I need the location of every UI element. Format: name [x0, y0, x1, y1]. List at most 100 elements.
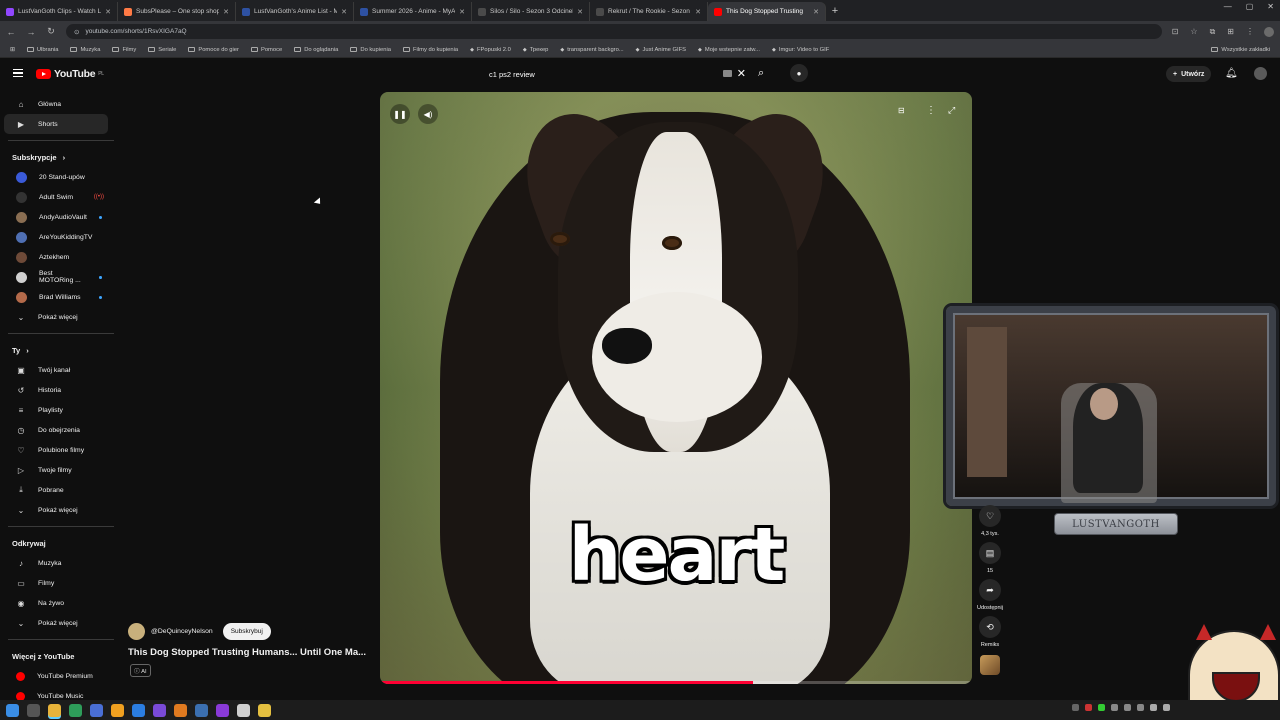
you-heading[interactable]: Ty › [0, 340, 116, 360]
tray-icon[interactable] [1124, 704, 1131, 711]
share-icon[interactable]: ➦ [979, 579, 1001, 601]
sidebar-item[interactable]: ▷ Twoje filmy [4, 460, 108, 480]
volume-tray-icon[interactable] [1150, 704, 1157, 711]
pause-icon[interactable]: ❚❚ [390, 104, 410, 124]
app-taskbar-icon[interactable] [90, 703, 103, 717]
sidebar-item[interactable]: ◉ Na żywo [4, 593, 108, 613]
like-icon[interactable]: ♡ [979, 505, 1001, 527]
app-taskbar-icon[interactable] [132, 703, 145, 717]
sidebar-item[interactable]: ♪ Muzyka [4, 553, 108, 573]
tab-close-icon[interactable]: ✕ [223, 8, 229, 16]
site-info-icon[interactable]: ⊙ [74, 28, 79, 36]
url-field[interactable]: ⊙ youtube.com/shorts/1RsvXIGA7aQ [66, 24, 1162, 39]
comment-action[interactable]: ▤ 15 [979, 542, 1001, 575]
bookmark-item[interactable]: ◆ transparent backgro... [560, 47, 623, 53]
browser-tab[interactable]: Summer 2026 - Anime - MyAni ✕ [354, 2, 472, 21]
tab-close-icon[interactable]: ✕ [577, 8, 583, 16]
window-close-icon[interactable]: ✕ [1267, 2, 1274, 11]
bookmark-item[interactable]: Do oglądania [294, 47, 338, 53]
share-action[interactable]: ➦ Udostępnij [977, 579, 1003, 612]
sidebar-item-subscription[interactable]: 20 Stand-upów [4, 167, 108, 187]
search-icon[interactable]: ⌕ [758, 67, 764, 80]
youtube-logo[interactable]: YouTube PL [36, 68, 104, 80]
sidebar-item[interactable]: ⌂ Główna [4, 94, 108, 114]
bookmark-item[interactable]: Seriale [148, 47, 176, 53]
app-taskbar-icon[interactable] [153, 703, 166, 717]
menu-icon[interactable] [13, 69, 23, 77]
steam-taskbar-icon[interactable] [195, 703, 208, 717]
video-title[interactable]: This Dog Stopped Trusting Humans... Unti… [128, 647, 366, 658]
bookmark-item[interactable]: ◆ Трекер [523, 47, 549, 53]
bookmark-item[interactable]: Pomoce [250, 47, 282, 53]
bookmark-star-icon[interactable]: ☆ [1190, 27, 1197, 37]
sidebar-item-subscription[interactable]: Aztekhem [4, 247, 108, 267]
show-more-button[interactable]: ⌄ Pokaż więcej [4, 613, 108, 633]
extension-icon[interactable]: ⧉ [1210, 27, 1216, 37]
browser-tab-active[interactable]: This Dog Stopped Trusting ✕ [708, 2, 826, 21]
show-more-button[interactable]: ⌄ Pokaż więcej [4, 307, 108, 327]
clear-search-icon[interactable]: ✕ [737, 67, 746, 80]
puzzle-icon[interactable]: ⊞ [1227, 27, 1234, 37]
tab-close-icon[interactable]: ✕ [341, 8, 347, 16]
apps-grid-icon[interactable]: ⊞ [10, 47, 15, 53]
tray-icon[interactable] [1111, 704, 1118, 711]
show-more-button[interactable]: ⌄ Pokaż więcej [4, 500, 108, 520]
forward-icon[interactable]: → [26, 27, 36, 37]
browser-tab[interactable]: SubsPlease – One stop shop fo ✕ [118, 2, 236, 21]
bookmark-item[interactable]: Do kupienia [350, 47, 391, 53]
tray-icon[interactable] [1137, 704, 1144, 711]
sidebar-item-subscription[interactable]: Best MOTORing ... [4, 267, 108, 287]
sidebar-item-subscription[interactable]: Brad Williams [4, 287, 108, 307]
file-explorer-icon[interactable] [258, 703, 271, 717]
network-tray-icon[interactable] [1163, 704, 1170, 711]
comment-icon[interactable]: ▤ [979, 542, 1001, 564]
tray-icon[interactable] [1098, 704, 1105, 711]
reload-icon[interactable]: ↻ [46, 26, 56, 37]
bookmark-item[interactable]: ◆ Moje wstepnie zatw... [698, 47, 760, 53]
sidebar-item[interactable]: ▣ Twój kanał [4, 360, 108, 380]
new-tab-icon[interactable]: + [826, 2, 844, 21]
keyboard-icon[interactable] [723, 70, 732, 77]
sound-thumbnail[interactable] [980, 655, 1000, 675]
tray-icon[interactable] [1072, 704, 1079, 711]
windows-start-icon[interactable] [6, 703, 19, 717]
subscriptions-heading[interactable]: Subskrypcje › [0, 147, 116, 167]
bookmark-item[interactable]: Pomoce do gier [188, 47, 239, 53]
microphone-icon[interactable]: ● [790, 64, 808, 82]
maximize-icon[interactable]: ▢ [1246, 2, 1254, 11]
sidebar-item[interactable]: ♡ Polubione filmy [4, 440, 108, 460]
minimize-icon[interactable]: — [1224, 2, 1232, 11]
like-action[interactable]: ♡ 4,3 tys. [979, 505, 1001, 538]
browser-tab[interactable]: Silos / Silo - Sezon 3 Odcinek 2 ✕ [472, 2, 590, 21]
tab-close-icon[interactable]: ✕ [459, 8, 465, 16]
fullscreen-icon[interactable]: ⤢ [948, 105, 955, 116]
tab-close-icon[interactable]: ✕ [695, 8, 701, 16]
sidebar-item[interactable]: ⤓ Pobrane [4, 480, 108, 500]
channel-name[interactable]: @DeQuinceyNelson [151, 628, 213, 635]
sidebar-item-subscription[interactable]: AndyAudioVault [4, 207, 108, 227]
browser-profile-avatar[interactable] [1264, 26, 1274, 37]
all-bookmarks[interactable]: Wszystkie zakładki [1211, 47, 1270, 53]
sidebar-item[interactable]: ◷ Do obejrzenia [4, 420, 108, 440]
sidebar-item[interactable]: ↺ Historia [4, 380, 108, 400]
back-icon[interactable]: ← [6, 27, 16, 37]
app-taskbar-icon[interactable] [69, 703, 82, 717]
notifications-bell-icon[interactable]: 🔔︎ [1225, 68, 1238, 79]
subscribe-button[interactable]: Subskrybuj [222, 623, 271, 640]
video-player[interactable]: ❚❚ ◀) ⊟ ⋮ ⤢ heart [380, 92, 972, 684]
app-taskbar-icon[interactable] [174, 703, 187, 717]
bookmark-item[interactable]: Ulbrania [26, 47, 58, 53]
bookmark-item[interactable]: ◆ Imgur: Video to GIF [772, 47, 829, 53]
sidebar-item[interactable]: ▭ Filmy [4, 573, 108, 593]
channel-avatar[interactable] [128, 623, 145, 640]
sidebar-item[interactable]: YouTube Premium [4, 666, 108, 686]
tab-close-icon[interactable]: ✕ [813, 8, 819, 16]
browser-tab[interactable]: Rekrut / The Rookie - Sezon 2 ✕ [590, 2, 708, 21]
more-options-icon[interactable]: ⋮ [926, 105, 936, 116]
sidebar-item[interactable]: ≡ Playlisty [4, 400, 108, 420]
captions-icon[interactable]: ⊟ [898, 106, 905, 115]
remix-action[interactable]: ⟲ Remiks [979, 616, 1001, 649]
sidebar-item-subscription[interactable]: AreYouKiddingTV [4, 227, 108, 247]
browser-tab[interactable]: LustVanGoth Clips - Watch Liv ✕ [0, 2, 118, 21]
bookmark-item[interactable]: Muzyka [70, 47, 100, 53]
